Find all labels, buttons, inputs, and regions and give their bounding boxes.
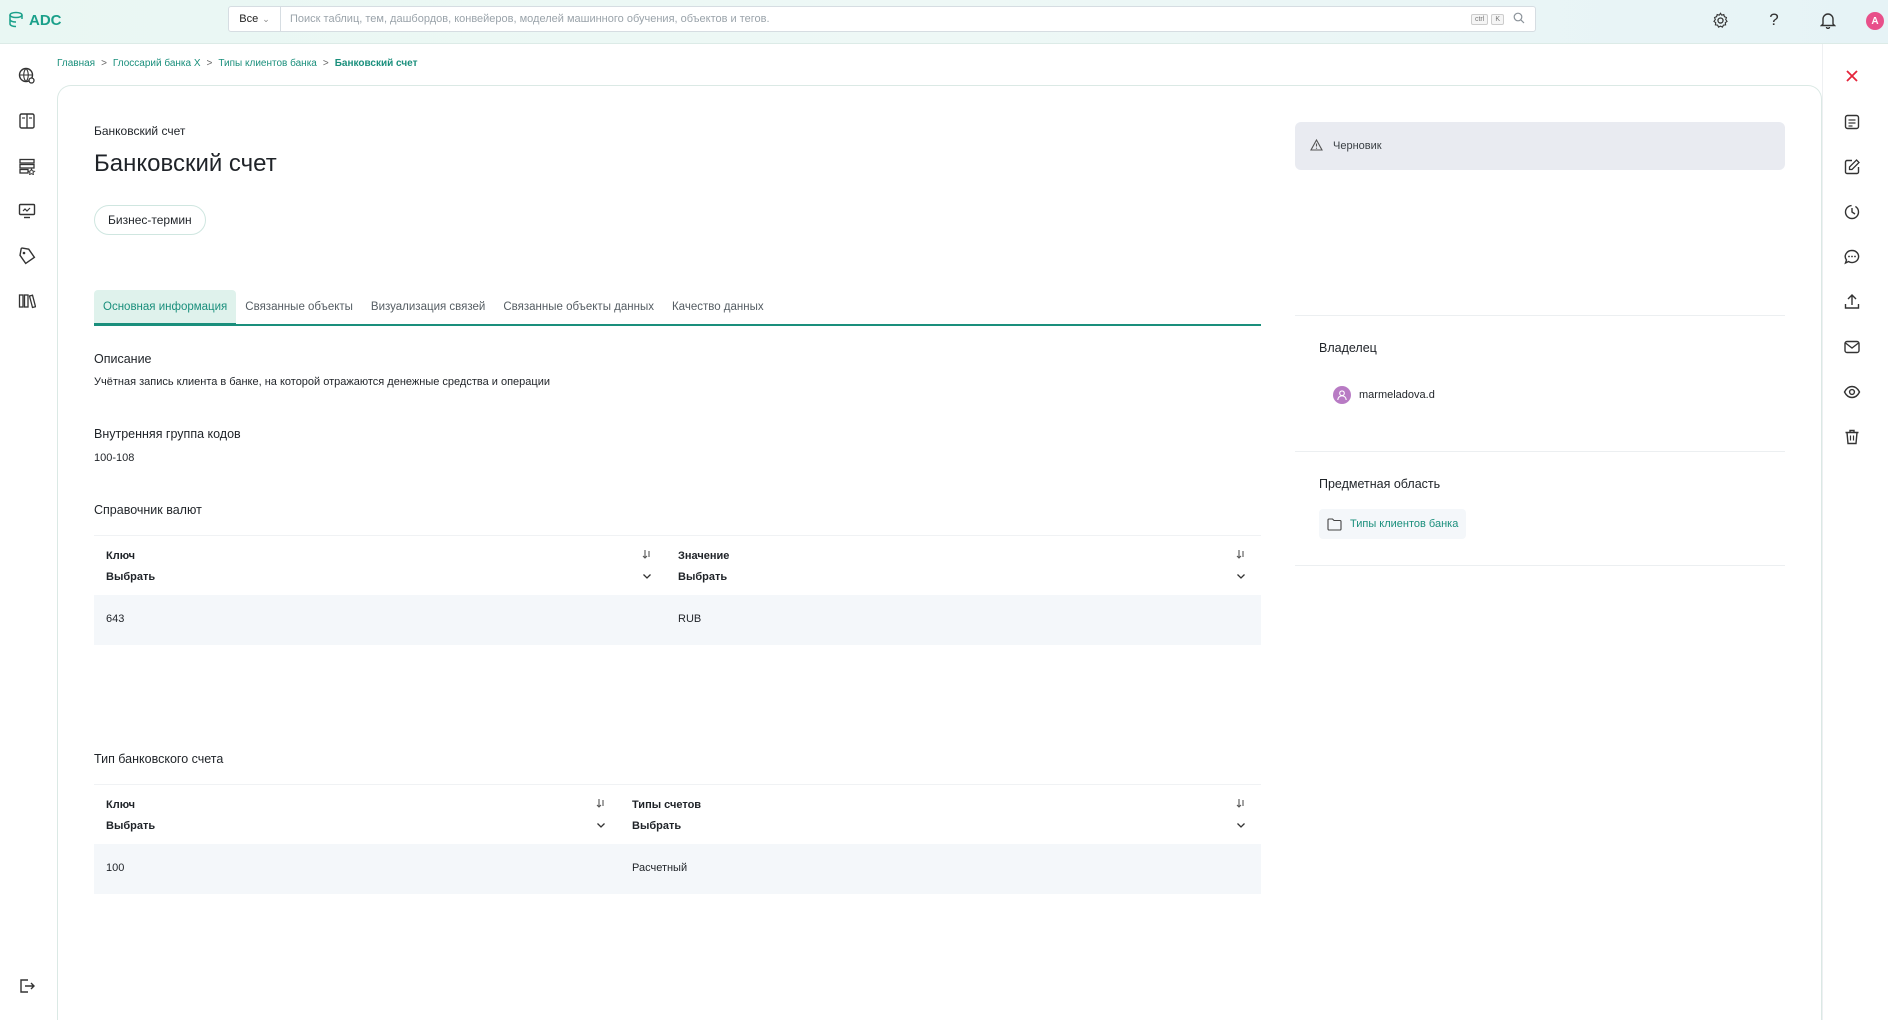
- column-title-key: Ключ: [106, 799, 136, 811]
- database-icon: [9, 11, 23, 28]
- explore-globe-icon[interactable]: [17, 66, 37, 86]
- breadcrumb-term-group[interactable]: Типы клиентов банка: [218, 58, 317, 69]
- domain-value: Типы клиентов банка: [1350, 518, 1459, 530]
- global-search: Все ⌄ ctrl K: [228, 6, 1536, 32]
- divider: [1295, 565, 1785, 566]
- divider: [1295, 451, 1785, 452]
- code-group-label: Внутренняя группа кодов: [94, 427, 241, 441]
- history-clock-icon[interactable]: [1842, 202, 1862, 222]
- chevron-down-icon: ⌄: [262, 13, 270, 24]
- account-type-table-label: Тип банковского счета: [94, 752, 224, 766]
- chevron-down-icon[interactable]: [1236, 819, 1246, 833]
- domain-label: Предметная область: [1319, 477, 1441, 491]
- table-header: Ключ Выбрать Типы счетов Выбрать: [94, 784, 1261, 844]
- status-badge: Черновик: [1295, 122, 1785, 170]
- comments-icon[interactable]: [1842, 247, 1862, 267]
- sort-icon[interactable]: [1236, 549, 1246, 562]
- folder-icon: [1327, 517, 1342, 531]
- table-cell-key: 100: [106, 862, 125, 874]
- entity-tabs: Основная информация Связанные объекты Ви…: [94, 290, 1261, 326]
- user-avatar-icon: [1333, 386, 1351, 404]
- settings-gear-icon[interactable]: [1710, 10, 1730, 30]
- data-catalog-icon[interactable]: [17, 156, 37, 176]
- search-icon[interactable]: [1513, 12, 1525, 27]
- logout-icon[interactable]: [17, 976, 37, 996]
- table-cell-value: RUB: [678, 613, 702, 625]
- breadcrumb-glossary[interactable]: Глоссарий банка X: [113, 58, 201, 69]
- right-action-rail: [1822, 44, 1888, 1020]
- table-row[interactable]: 643 RUB: [94, 595, 1261, 645]
- breadcrumb-separator: >: [101, 58, 107, 69]
- library-icon[interactable]: [17, 291, 37, 311]
- search-input[interactable]: [281, 13, 1471, 25]
- monitor-icon[interactable]: [17, 201, 37, 221]
- warning-triangle-icon: [1310, 138, 1323, 154]
- chevron-down-icon[interactable]: [596, 819, 606, 833]
- search-scope-select[interactable]: Все ⌄: [229, 7, 281, 31]
- table-row[interactable]: 100 Расчетный: [94, 844, 1261, 894]
- edit-icon[interactable]: [1842, 157, 1862, 177]
- mail-icon[interactable]: [1842, 337, 1862, 357]
- breadcrumb-separator: >: [206, 58, 213, 69]
- column-title-value: Значение: [678, 550, 730, 562]
- account-type-table: Ключ Выбрать Типы счетов Выбрать 100 Рас…: [94, 784, 1261, 894]
- owner-name: marmeladova.d: [1359, 389, 1435, 401]
- description-label: Описание: [94, 352, 152, 366]
- currency-table: Ключ Выбрать Значение Выбрать 643 RUB: [94, 535, 1261, 645]
- domain-link[interactable]: Типы клиентов банка: [1319, 509, 1467, 539]
- book-icon[interactable]: [17, 111, 37, 131]
- shortcut-ctrl-badge: ctrl: [1470, 13, 1489, 25]
- tab-related-objects[interactable]: Связанные объекты: [236, 290, 362, 324]
- description-text: Учётная запись клиента в банке, на котор…: [94, 376, 550, 388]
- shortcut-key-badge: K: [1491, 13, 1504, 25]
- entity-subtitle: Банковский счет: [94, 124, 186, 138]
- breadcrumb-current: Банковский счет: [334, 58, 418, 69]
- divider: [1295, 315, 1785, 316]
- owner-label: Владелец: [1319, 341, 1377, 355]
- help-icon[interactable]: ?: [1764, 10, 1784, 30]
- tab-lineage-visualization[interactable]: Визуализация связей: [362, 290, 494, 324]
- column-title-key: Ключ: [106, 550, 136, 562]
- status-text: Черновик: [1333, 140, 1382, 152]
- owner-user[interactable]: marmeladova.d: [1333, 386, 1435, 404]
- value-filter-select[interactable]: Выбрать: [678, 571, 727, 583]
- tab-data-quality[interactable]: Качество данных: [663, 290, 773, 324]
- breadcrumb: Главная > Глоссарий банка X > Типы клиен…: [57, 58, 417, 69]
- page-title: Банковский счет: [94, 150, 277, 177]
- tags-icon[interactable]: [17, 246, 37, 266]
- search-scope-value: Все: [239, 13, 259, 25]
- chevron-down-icon[interactable]: [1236, 570, 1246, 584]
- entity-type-tag[interactable]: Бизнес-термин: [94, 205, 206, 235]
- table-header: Ключ Выбрать Значение Выбрать: [94, 535, 1261, 595]
- currency-table-label: Справочник валют: [94, 503, 202, 517]
- trash-icon[interactable]: [1842, 427, 1862, 447]
- account-types-filter-select[interactable]: Выбрать: [632, 820, 681, 832]
- breadcrumb-separator: >: [322, 58, 329, 69]
- sort-icon[interactable]: [596, 798, 606, 811]
- code-group-value: 100-108: [94, 452, 135, 464]
- top-bar: ADC Все ⌄ ctrl K ? A: [0, 0, 1888, 44]
- tab-related-data-objects[interactable]: Связанные объекты данных: [494, 290, 663, 324]
- sort-icon[interactable]: [1236, 798, 1246, 811]
- table-cell-key: 643: [106, 613, 125, 625]
- key-filter-select[interactable]: Выбрать: [106, 820, 155, 832]
- eye-icon[interactable]: [1842, 382, 1862, 402]
- column-title-account-types: Типы счетов: [632, 799, 702, 811]
- user-avatar[interactable]: A: [1866, 12, 1884, 30]
- logo-text: ADC: [29, 11, 62, 29]
- app-logo[interactable]: ADC: [8, 11, 62, 29]
- chevron-down-icon[interactable]: [642, 570, 652, 584]
- bell-icon[interactable]: [1818, 10, 1838, 30]
- key-filter-select[interactable]: Выбрать: [106, 571, 155, 583]
- upload-icon[interactable]: [1842, 292, 1862, 312]
- close-icon[interactable]: [1842, 66, 1862, 86]
- left-nav-rail: [0, 44, 56, 1020]
- table-cell-account-type: Расчетный: [632, 862, 688, 874]
- sort-icon[interactable]: [642, 549, 652, 562]
- document-icon[interactable]: [1842, 112, 1862, 132]
- tab-main-info[interactable]: Основная информация: [94, 290, 237, 326]
- breadcrumb-home[interactable]: Главная: [57, 58, 95, 69]
